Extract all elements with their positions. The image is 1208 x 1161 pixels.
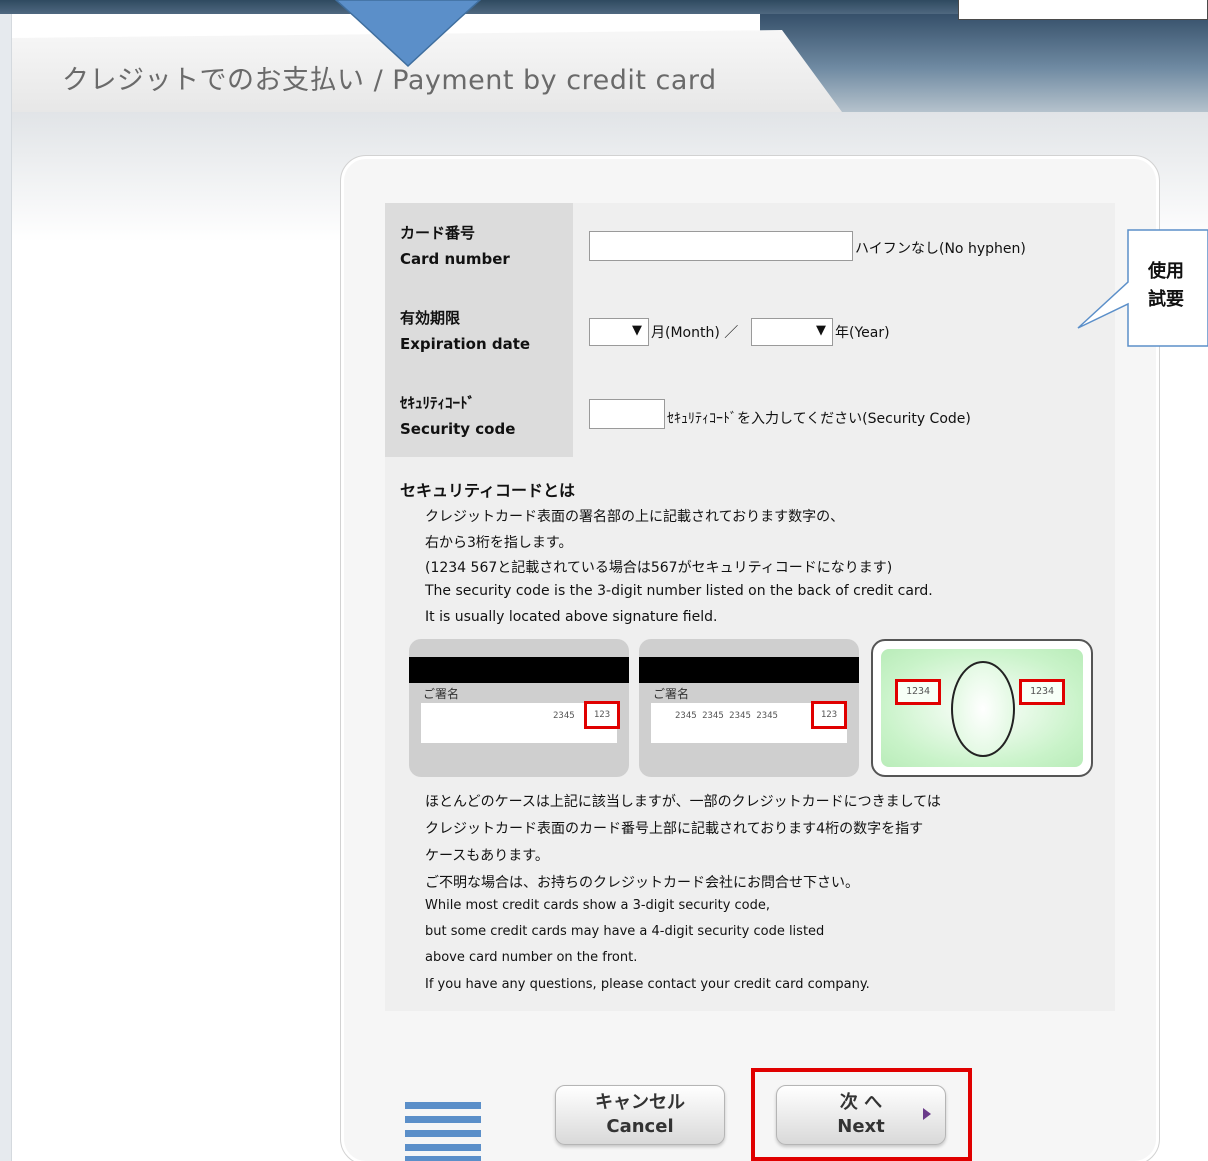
info-line: but some credit cards may have a 4-digit… [425, 924, 825, 939]
info-line: 右から3桁を指します。 [425, 535, 573, 551]
security-info-title: セキュリティコードとは [400, 481, 576, 500]
speech-line-1: 使用 [1148, 261, 1184, 282]
next-button-highlight [751, 1068, 972, 1161]
chevron-down-icon: ▼ [632, 323, 642, 338]
arrow-down-icon [334, 0, 482, 68]
cancel-label-jp: キャンセル [595, 1092, 685, 1113]
info-line: クレジットカード表面の署名部の上に記載されております数字の、 [425, 509, 845, 525]
card-number-label-en: Card number [400, 250, 510, 268]
card-back-illustration: ご署名 2345 2345 2345 2345 123 [639, 639, 859, 777]
card-numbers: 2345 [553, 711, 575, 721]
security-code-label-jp: ｾｷｭﾘﾃｨｺｰﾄﾞ [400, 394, 476, 412]
cancel-label-en: Cancel [606, 1116, 674, 1137]
signature-label: ご署名 [653, 687, 690, 701]
security-code-highlight: 1234 [895, 679, 941, 705]
expiration-label-en: Expiration date [400, 335, 531, 353]
security-code-input[interactable] [589, 399, 665, 429]
speech-line-2: 試要 [1148, 289, 1184, 310]
card-front-illustration: 1234 1234 [871, 639, 1093, 777]
year-select[interactable]: ▼ [751, 318, 833, 346]
info-line: (1234 567と記載されている場合は567がセキュリティコードになります) [425, 560, 893, 576]
security-code-highlight: 1234 [1019, 679, 1065, 705]
security-code-hint: ｾｷｭﾘﾃｨｺｰﾄﾞを入力してください(Security Code) [667, 411, 971, 427]
card-number-input[interactable] [589, 231, 853, 261]
signature-label: ご署名 [423, 687, 460, 701]
chevron-down-icon: ▼ [816, 323, 826, 338]
info-line: ご不明な場合は、お持ちのクレジットカード会社にお問合せ下さい。 [425, 875, 859, 891]
year-suffix: 年(Year) [835, 325, 890, 341]
magnetic-stripe [639, 657, 859, 683]
info-line: above card number on the front. [425, 950, 638, 965]
expiration-label: 有効期限 Expiration date [400, 305, 530, 357]
card-number-label-jp: カード番号 [400, 224, 476, 242]
card-back-illustration: ご署名 2345 123 [409, 639, 629, 777]
info-line: While most credit cards show a 3-digit s… [425, 898, 771, 913]
card-number-hint: ハイフンなし(No hyphen) [855, 241, 1026, 257]
speech-callout-text: 使用 試要 [1148, 258, 1184, 314]
month-select[interactable]: ▼ [589, 318, 649, 346]
stack-icon [405, 1102, 481, 1161]
card-numbers: 2345 2345 2345 2345 [675, 711, 778, 721]
annotation-box [958, 0, 1208, 20]
expiration-label-jp: 有効期限 [400, 309, 461, 327]
speech-callout [1077, 229, 1208, 347]
info-line: It is usually located above signature fi… [425, 609, 718, 625]
security-code-label-en: Security code [400, 420, 516, 438]
card-number-label: カード番号 Card number [400, 220, 510, 272]
security-code-label: ｾｷｭﾘﾃｨｺｰﾄﾞ Security code [400, 390, 515, 442]
cancel-button[interactable]: キャンセル Cancel [555, 1085, 725, 1145]
month-suffix: 月(Month) ／ [651, 325, 739, 341]
info-line: ほとんどのケースは上記に該当しますが、一部のクレジットカードにつきましては [425, 794, 941, 810]
security-code-highlight: 123 [584, 701, 620, 729]
card-oval [951, 661, 1015, 757]
magnetic-stripe [409, 657, 629, 683]
left-border [0, 14, 12, 1161]
info-line: If you have any questions, please contac… [425, 977, 870, 992]
info-line: クレジットカード表面のカード番号上部に記載されております4桁の数字を指す [425, 821, 924, 837]
info-line: The security code is the 3-digit number … [425, 583, 933, 599]
info-line: ケースもあります。 [425, 848, 549, 864]
security-code-highlight: 123 [811, 701, 847, 729]
